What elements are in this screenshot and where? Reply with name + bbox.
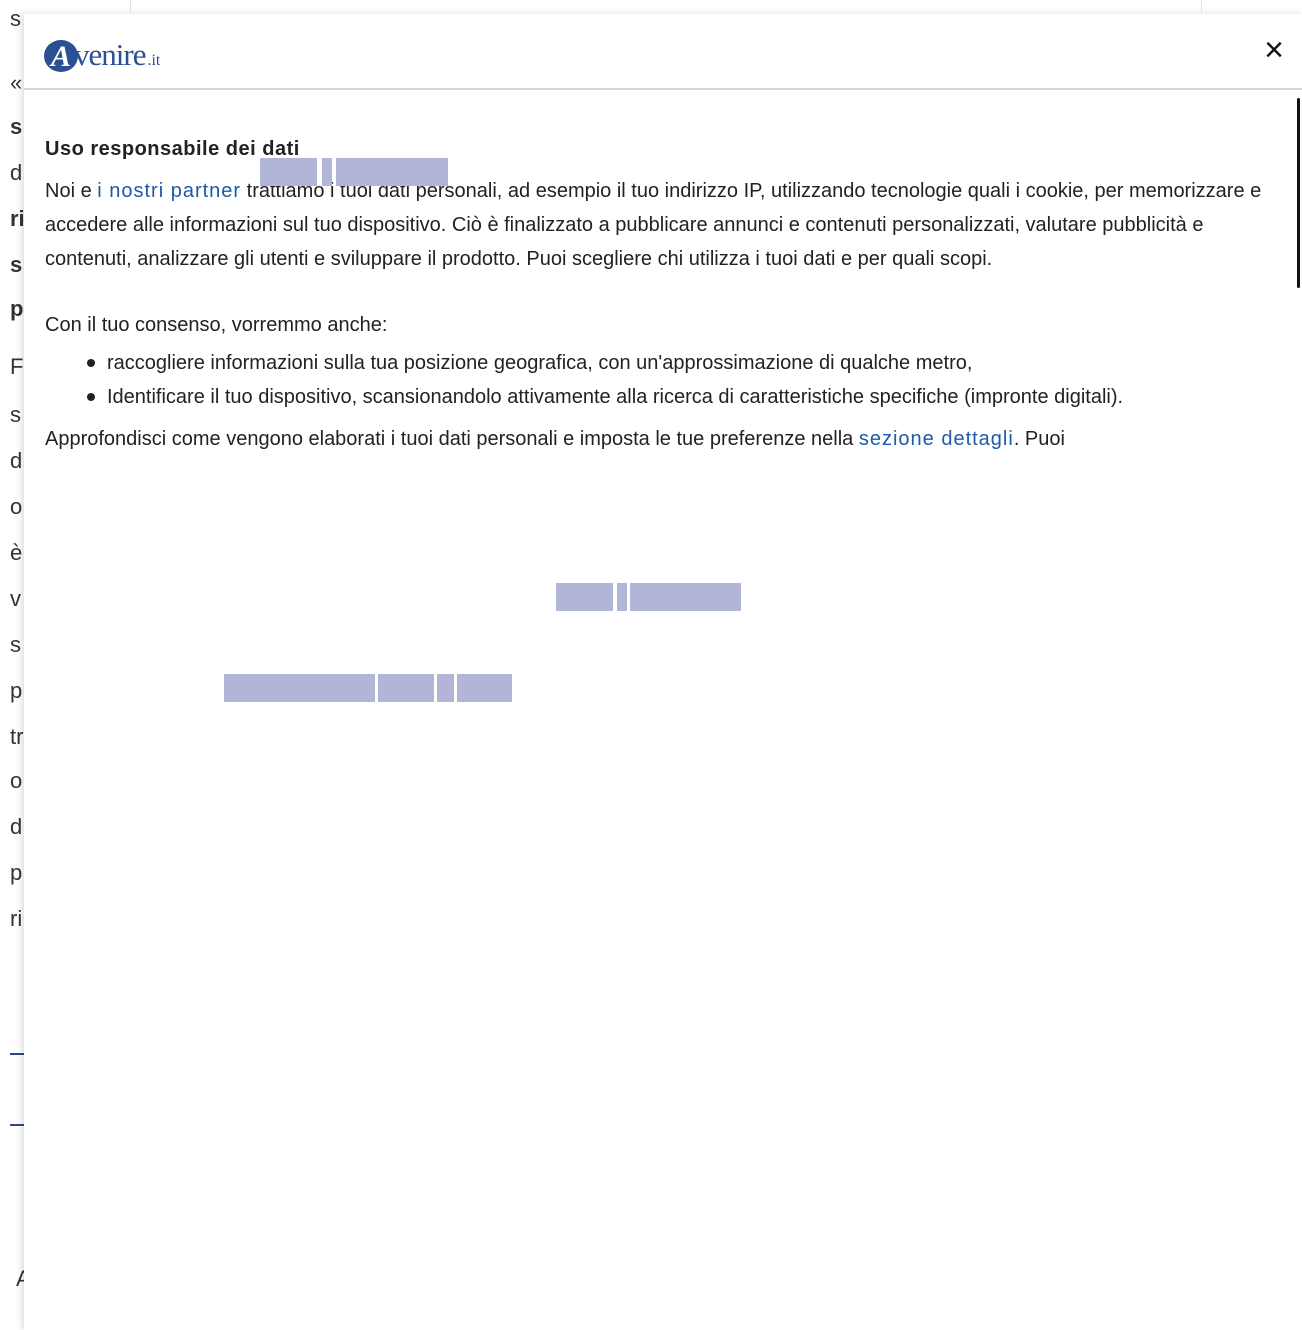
background-text-fragment: ri [10, 206, 25, 231]
background-text-fragment: F [10, 354, 24, 379]
loading-placeholder [617, 583, 627, 611]
partners-link[interactable]: i nostri partner [97, 180, 241, 202]
details-text-rest: . Puoi [1013, 428, 1065, 450]
intro-text-start: Noi e [45, 180, 98, 202]
loading-placeholder [322, 158, 332, 186]
background-text-fragment: p [10, 678, 23, 703]
content-scrollbar[interactable] [1297, 98, 1300, 288]
loading-placeholder [260, 158, 317, 186]
background-divider [10, 1053, 24, 1055]
loading-placeholder [336, 158, 448, 186]
loading-placeholder [224, 674, 375, 702]
background-text-fragment: v [10, 586, 21, 611]
background-text-fragment: s [10, 6, 21, 31]
background-text-fragment: o [10, 768, 23, 793]
background-text-fragment: « [10, 70, 23, 95]
logo-name: venire [74, 37, 146, 72]
background-text-fragment: p [10, 860, 23, 885]
background-text-fragment: p [10, 296, 24, 321]
logo-initial: A [44, 40, 78, 73]
background-text-fragment: o [10, 494, 23, 519]
logo-suffix: .it [147, 52, 161, 69]
background-text-fragment: d [10, 448, 23, 473]
loading-placeholder [378, 674, 434, 702]
details-section-link[interactable]: sezione dettagli [859, 428, 1014, 450]
background-text-fragment: s [10, 402, 21, 427]
list-item: raccogliere informazioni sulla tua posiz… [87, 346, 1265, 380]
loading-placeholder [556, 583, 613, 611]
background-text-fragment: tr [10, 724, 24, 749]
background-text-fragment: d [10, 160, 23, 185]
dialog-header: A venire .it × [24, 14, 1302, 90]
background-text-fragment: s [10, 632, 21, 657]
loading-placeholder [630, 583, 741, 611]
background-text-fragment: ri [10, 906, 23, 931]
consent-dialog: A venire .it × Uso responsabile dei dati… [24, 14, 1302, 1330]
background-header-frame [130, 0, 1202, 12]
background-text-fragment: è [10, 540, 23, 565]
intro-paragraph: Noi e i nostri partner trattiamo i tuoi … [45, 174, 1265, 276]
background-text-fragment: s [10, 114, 23, 139]
list-item: Identificare il tuo dispositivo, scansio… [87, 380, 1265, 414]
loading-placeholder [457, 674, 512, 702]
background-text-fragment: d [10, 814, 23, 839]
background-text-fragment: s [10, 252, 23, 277]
background-divider [10, 1124, 24, 1126]
dialog-content: Uso responsabile dei dati Noi e i nostri… [45, 134, 1265, 494]
details-text-start: Approfondisci come vengono elaborati i t… [45, 428, 859, 450]
consent-intro: Con il tuo consenso, vorremmo anche: [45, 314, 388, 336]
dialog-title: Uso responsabile dei dati [45, 138, 300, 160]
consent-list: raccogliere informazioni sulla tua posiz… [45, 346, 1265, 414]
details-paragraph: Approfondisci come vengono elaborati i t… [45, 422, 1265, 456]
avvenire-logo: A venire .it [44, 32, 161, 73]
loading-placeholder [437, 674, 454, 702]
close-icon[interactable]: × [1258, 33, 1290, 67]
